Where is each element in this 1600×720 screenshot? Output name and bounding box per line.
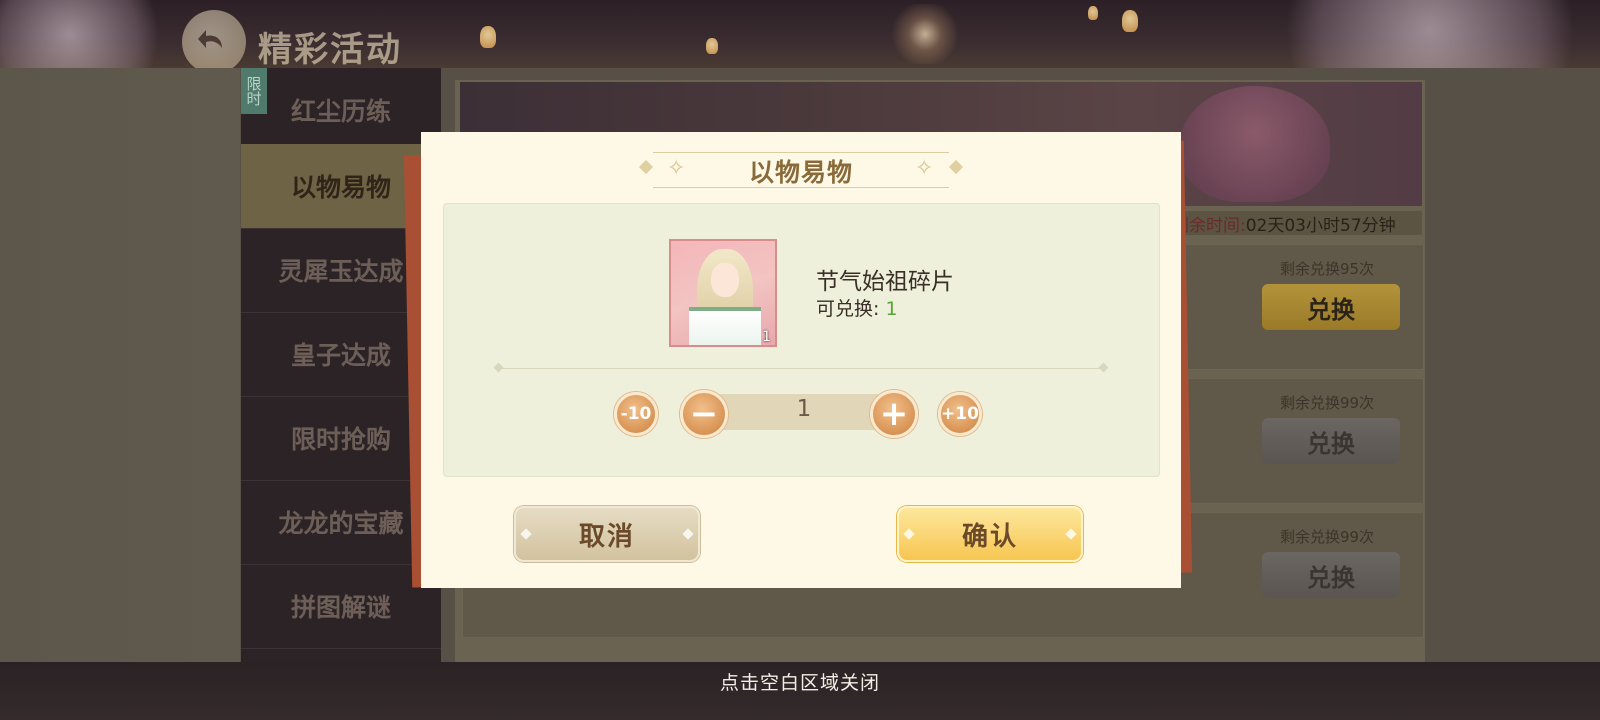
quantity-value: 1 [796,396,812,422]
item-icon[interactable]: 1 [669,239,777,347]
firework-decoration [880,4,970,64]
lantern-icon [706,38,718,54]
divider-end [493,362,504,373]
back-button[interactable] [182,10,246,74]
item-count: 1 [762,329,771,345]
minus-button[interactable]: − [680,390,728,438]
exchange-button-label: 兑换 [1307,295,1355,324]
cancel-label: 取消 [578,521,635,552]
timer-value: 02天03小时57分钟 [1245,215,1396,236]
menu-item-puzzle[interactable]: 拼图解谜 [241,564,441,649]
portrait-face [711,263,739,297]
exchange-button-label: 兑换 [1307,429,1355,458]
dialog-title-plate: ✧ ✧ 以物易物 [638,150,964,188]
menu-item-label: 龙龙的宝藏 [278,509,404,538]
remaining-count: 剩余兑换99次 [1280,394,1375,412]
exchangeable-label: 可兑换: [816,298,880,320]
divider-end [1098,362,1109,373]
exchange-button-label: 兑换 [1307,563,1355,592]
exchangeable-info: 可兑换: 1 [816,294,898,321]
lantern-icon [1122,10,1138,32]
menu-item-label: 灵犀玉达成 [278,257,404,286]
plus-icon: + [879,394,909,434]
plus-button[interactable]: + [870,390,918,438]
lantern-icon [1088,6,1098,20]
menu-item-label: 皇子达成 [290,341,391,370]
menu-item-hongchen[interactable]: 红尘历练 [241,68,441,153]
gem-icon [903,528,915,540]
page-title: 精彩活动 [258,30,402,70]
lantern-icon [480,26,496,48]
menu-item-label: 以物易物 [290,173,391,202]
plus-10-button[interactable]: +10 [938,392,982,436]
divider [499,368,1104,369]
remaining-count: 剩余兑换95次 [1280,260,1375,278]
item-box: 1 节气始祖碎片 可兑换: 1 1 -10 − + +10 [443,203,1160,477]
remaining-time: 剩余时间: 02天03小时57分钟 [1172,211,1422,236]
menu-item-label: 拼图解谜 [290,593,391,622]
minus-icon: − [689,394,719,434]
close-hint: 点击空白区域关闭 [719,672,880,694]
left-margin [0,68,240,662]
menu-item-label: 限时抢购 [290,425,391,454]
confirm-label: 确认 [961,521,1018,552]
gem-icon [1065,528,1077,540]
minus-10-button[interactable]: -10 [614,392,658,436]
exchangeable-value: 1 [885,298,898,320]
cancel-button[interactable]: 取消 [514,506,700,562]
exchange-button[interactable]: 兑换 [1262,552,1400,598]
dialog-title: 以物易物 [748,158,853,187]
confirm-button[interactable]: 确认 [897,506,1083,562]
menu-item-label: 红尘历练 [290,97,391,126]
portrait-robe [689,307,761,345]
banner-lantern-decoration [1180,86,1330,202]
remaining-count: 剩余兑换99次 [1280,528,1375,546]
barter-dialog: ✧ ✧ 以物易物 1 节气始祖碎片 可兑换: 1 1 -10 − + +10 取… [421,132,1181,588]
back-arrow-icon [198,30,222,48]
item-name: 节气始祖碎片 [816,269,954,295]
exchange-button[interactable]: 兑换 [1262,284,1400,330]
limited-tag: 限时 [241,68,267,114]
minus-10-label: -10 [620,404,652,424]
gem-icon [520,528,532,540]
plus-10-label: +10 [941,404,979,424]
game-screen: 精彩活动 红尘历练 以物易物 灵犀玉达成 皇子达成 限时抢购 龙龙的宝藏 拼图解… [0,0,1600,720]
exchange-button[interactable]: 兑换 [1262,418,1400,464]
gem-icon [682,528,694,540]
